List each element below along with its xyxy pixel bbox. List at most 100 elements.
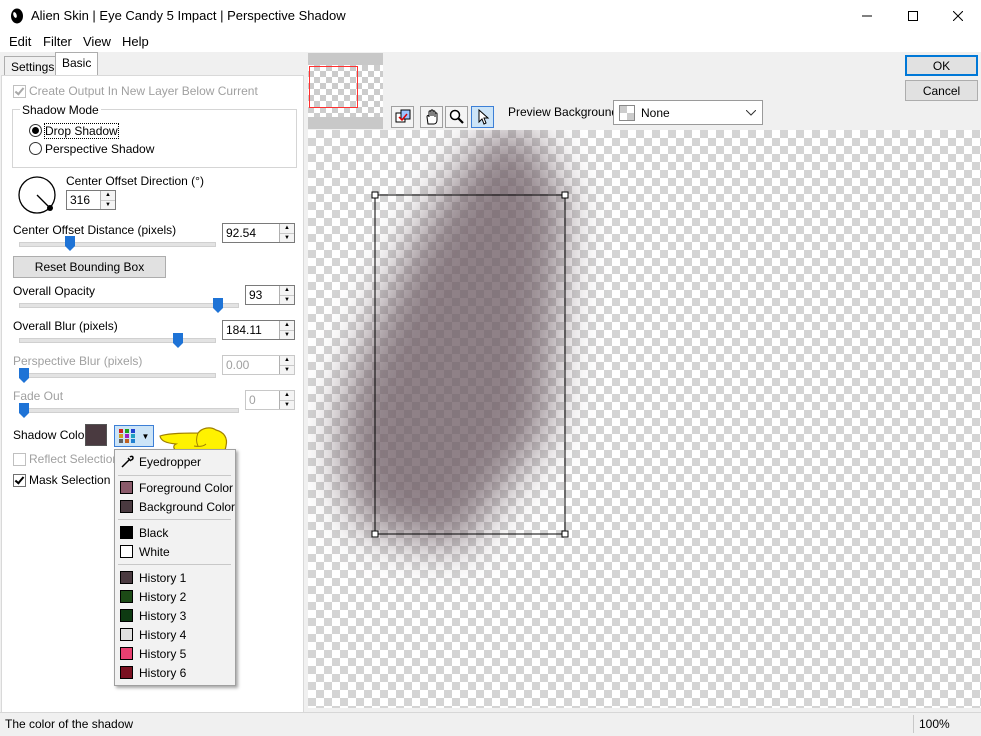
zoom-tool-button[interactable] xyxy=(445,106,468,128)
tab-basic[interactable]: Basic xyxy=(55,52,99,75)
tab-settings[interactable]: Settings xyxy=(4,56,62,77)
menu-item-eyedropper[interactable]: Eyedropper xyxy=(120,453,201,470)
menu-item-label: History 1 xyxy=(139,570,187,585)
hand-icon xyxy=(425,109,437,125)
blur-slider-thumb[interactable] xyxy=(173,333,183,348)
preview-background-select[interactable]: None xyxy=(613,100,763,125)
minimize-button[interactable] xyxy=(844,0,890,32)
menu-item-history-4[interactable]: History 4 xyxy=(120,626,186,643)
reflect-selection-checkbox[interactable] xyxy=(13,453,26,466)
menu-item-background-color[interactable]: Background Color xyxy=(120,498,235,515)
fade-out-slider-track[interactable] xyxy=(19,408,239,413)
menu-separator xyxy=(118,564,231,565)
select-tool-button[interactable] xyxy=(471,106,494,128)
spin-down-icon[interactable]: ▼ xyxy=(280,399,294,409)
menu-item-black[interactable]: Black xyxy=(120,524,168,541)
opacity-spinbox[interactable]: 93 ▲ ▼ xyxy=(245,285,295,305)
spin-up-icon[interactable]: ▲ xyxy=(280,321,294,330)
blur-spinbox[interactable]: 184.11 ▲ ▼ xyxy=(222,320,295,340)
direction-dial-icon[interactable] xyxy=(17,175,59,217)
history-color-swatch xyxy=(120,571,133,584)
zoom-level: 100% xyxy=(919,717,950,731)
distance-label: Center Offset Distance (pixels) xyxy=(13,223,177,237)
fade-out-spinbox[interactable]: 0 ▲ ▼ xyxy=(245,390,295,410)
perspective-shadow-label: Perspective Shadow xyxy=(45,142,155,156)
chevron-down-icon: ▼ xyxy=(141,431,150,441)
distance-slider-thumb[interactable] xyxy=(65,236,75,251)
create-output-checkbox[interactable] xyxy=(13,85,26,98)
perspective-blur-slider-thumb[interactable] xyxy=(19,368,29,383)
menu-item-history-3[interactable]: History 3 xyxy=(120,607,186,624)
spin-down-icon[interactable]: ▼ xyxy=(101,199,115,209)
menu-item-label: Background Color xyxy=(139,499,236,514)
cancel-button[interactable]: Cancel xyxy=(905,80,978,101)
spin-down-icon[interactable]: ▼ xyxy=(280,294,294,304)
direction-value[interactable]: 316 xyxy=(67,191,100,209)
fade-out-label: Fade Out xyxy=(13,389,64,403)
opacity-label: Overall Opacity xyxy=(13,284,96,298)
color-popup-menu: Eyedropper Foreground Color Background C… xyxy=(114,449,236,686)
perspective-blur-label: Perspective Blur (pixels) xyxy=(13,354,143,368)
direction-spinbox[interactable]: 316 ▲ ▼ xyxy=(66,190,116,210)
menu-item-foreground-color[interactable]: Foreground Color xyxy=(120,479,233,496)
menu-view[interactable]: View xyxy=(83,34,111,49)
shadow-mode-title: Shadow Mode xyxy=(20,103,101,117)
menu-item-white[interactable]: White xyxy=(120,543,170,560)
perspective-blur-slider-track[interactable] xyxy=(19,373,216,378)
black-swatch xyxy=(120,526,133,539)
distance-value[interactable]: 92.54 xyxy=(223,224,279,242)
blur-slider-track[interactable] xyxy=(19,338,216,343)
hand-tool-button[interactable] xyxy=(420,106,443,128)
shadow-color-swatch[interactable] xyxy=(85,424,107,446)
eyedropper-icon xyxy=(121,455,134,468)
shadow-mode-group xyxy=(12,109,297,168)
menu-item-label: History 5 xyxy=(139,646,187,661)
viewport-indicator[interactable] xyxy=(309,66,358,108)
blur-value[interactable]: 184.11 xyxy=(223,321,279,339)
preview-toggle-button[interactable] xyxy=(391,106,414,128)
distance-slider-track[interactable] xyxy=(19,242,216,247)
background-color-swatch xyxy=(120,500,133,513)
perspective-blur-spinbox[interactable]: 0.00 ▲ ▼ xyxy=(222,355,295,375)
menu-item-label: Eyedropper xyxy=(139,454,202,469)
fade-out-slider-thumb[interactable] xyxy=(19,403,29,418)
distance-spinbox[interactable]: 92.54 ▲ ▼ xyxy=(222,223,295,243)
history-color-swatch xyxy=(120,609,133,622)
chevron-down-icon xyxy=(746,109,756,116)
opacity-slider-thumb[interactable] xyxy=(213,298,223,313)
spin-up-icon[interactable]: ▲ xyxy=(101,191,115,200)
fade-out-value[interactable]: 0 xyxy=(246,391,279,409)
reflect-selection-label: Reflect Selection xyxy=(29,452,120,466)
menu-item-history-2[interactable]: History 2 xyxy=(120,588,186,605)
preview-background-label: Preview Background: xyxy=(508,105,622,119)
reset-bounding-box-button[interactable]: Reset Bounding Box xyxy=(13,256,166,278)
menu-item-history-5[interactable]: History 5 xyxy=(120,645,186,662)
perspective-shadow-radio[interactable] xyxy=(29,142,42,155)
spin-down-icon[interactable]: ▼ xyxy=(280,329,294,339)
menu-item-history-1[interactable]: History 1 xyxy=(120,569,186,586)
thumbnail-bottom-strip xyxy=(308,117,383,129)
menu-item-history-6[interactable]: History 6 xyxy=(120,664,186,681)
color-menu-button[interactable]: ▼ xyxy=(114,425,154,447)
navigator-thumbnail[interactable] xyxy=(308,53,383,129)
drop-shadow-radio[interactable] xyxy=(29,124,42,137)
mask-selection-checkbox[interactable] xyxy=(13,474,26,487)
maximize-button[interactable] xyxy=(890,0,936,32)
spin-up-icon[interactable]: ▲ xyxy=(280,391,294,400)
menu-edit[interactable]: Edit xyxy=(9,34,31,49)
menu-filter[interactable]: Filter xyxy=(43,34,72,49)
close-button[interactable] xyxy=(935,0,981,32)
perspective-blur-value[interactable]: 0.00 xyxy=(223,356,279,374)
spin-down-icon[interactable]: ▼ xyxy=(280,232,294,242)
menu-item-label: History 4 xyxy=(139,627,187,642)
ok-button[interactable]: OK xyxy=(905,55,978,76)
spin-up-icon[interactable]: ▲ xyxy=(280,224,294,233)
menu-item-label: History 6 xyxy=(139,665,187,680)
menu-help[interactable]: Help xyxy=(122,34,149,49)
spin-up-icon[interactable]: ▲ xyxy=(280,356,294,365)
opacity-slider-track[interactable] xyxy=(19,303,239,308)
spin-up-icon[interactable]: ▲ xyxy=(280,286,294,295)
preview-canvas[interactable] xyxy=(308,130,981,708)
spin-down-icon[interactable]: ▼ xyxy=(280,364,294,374)
opacity-value[interactable]: 93 xyxy=(246,286,279,304)
